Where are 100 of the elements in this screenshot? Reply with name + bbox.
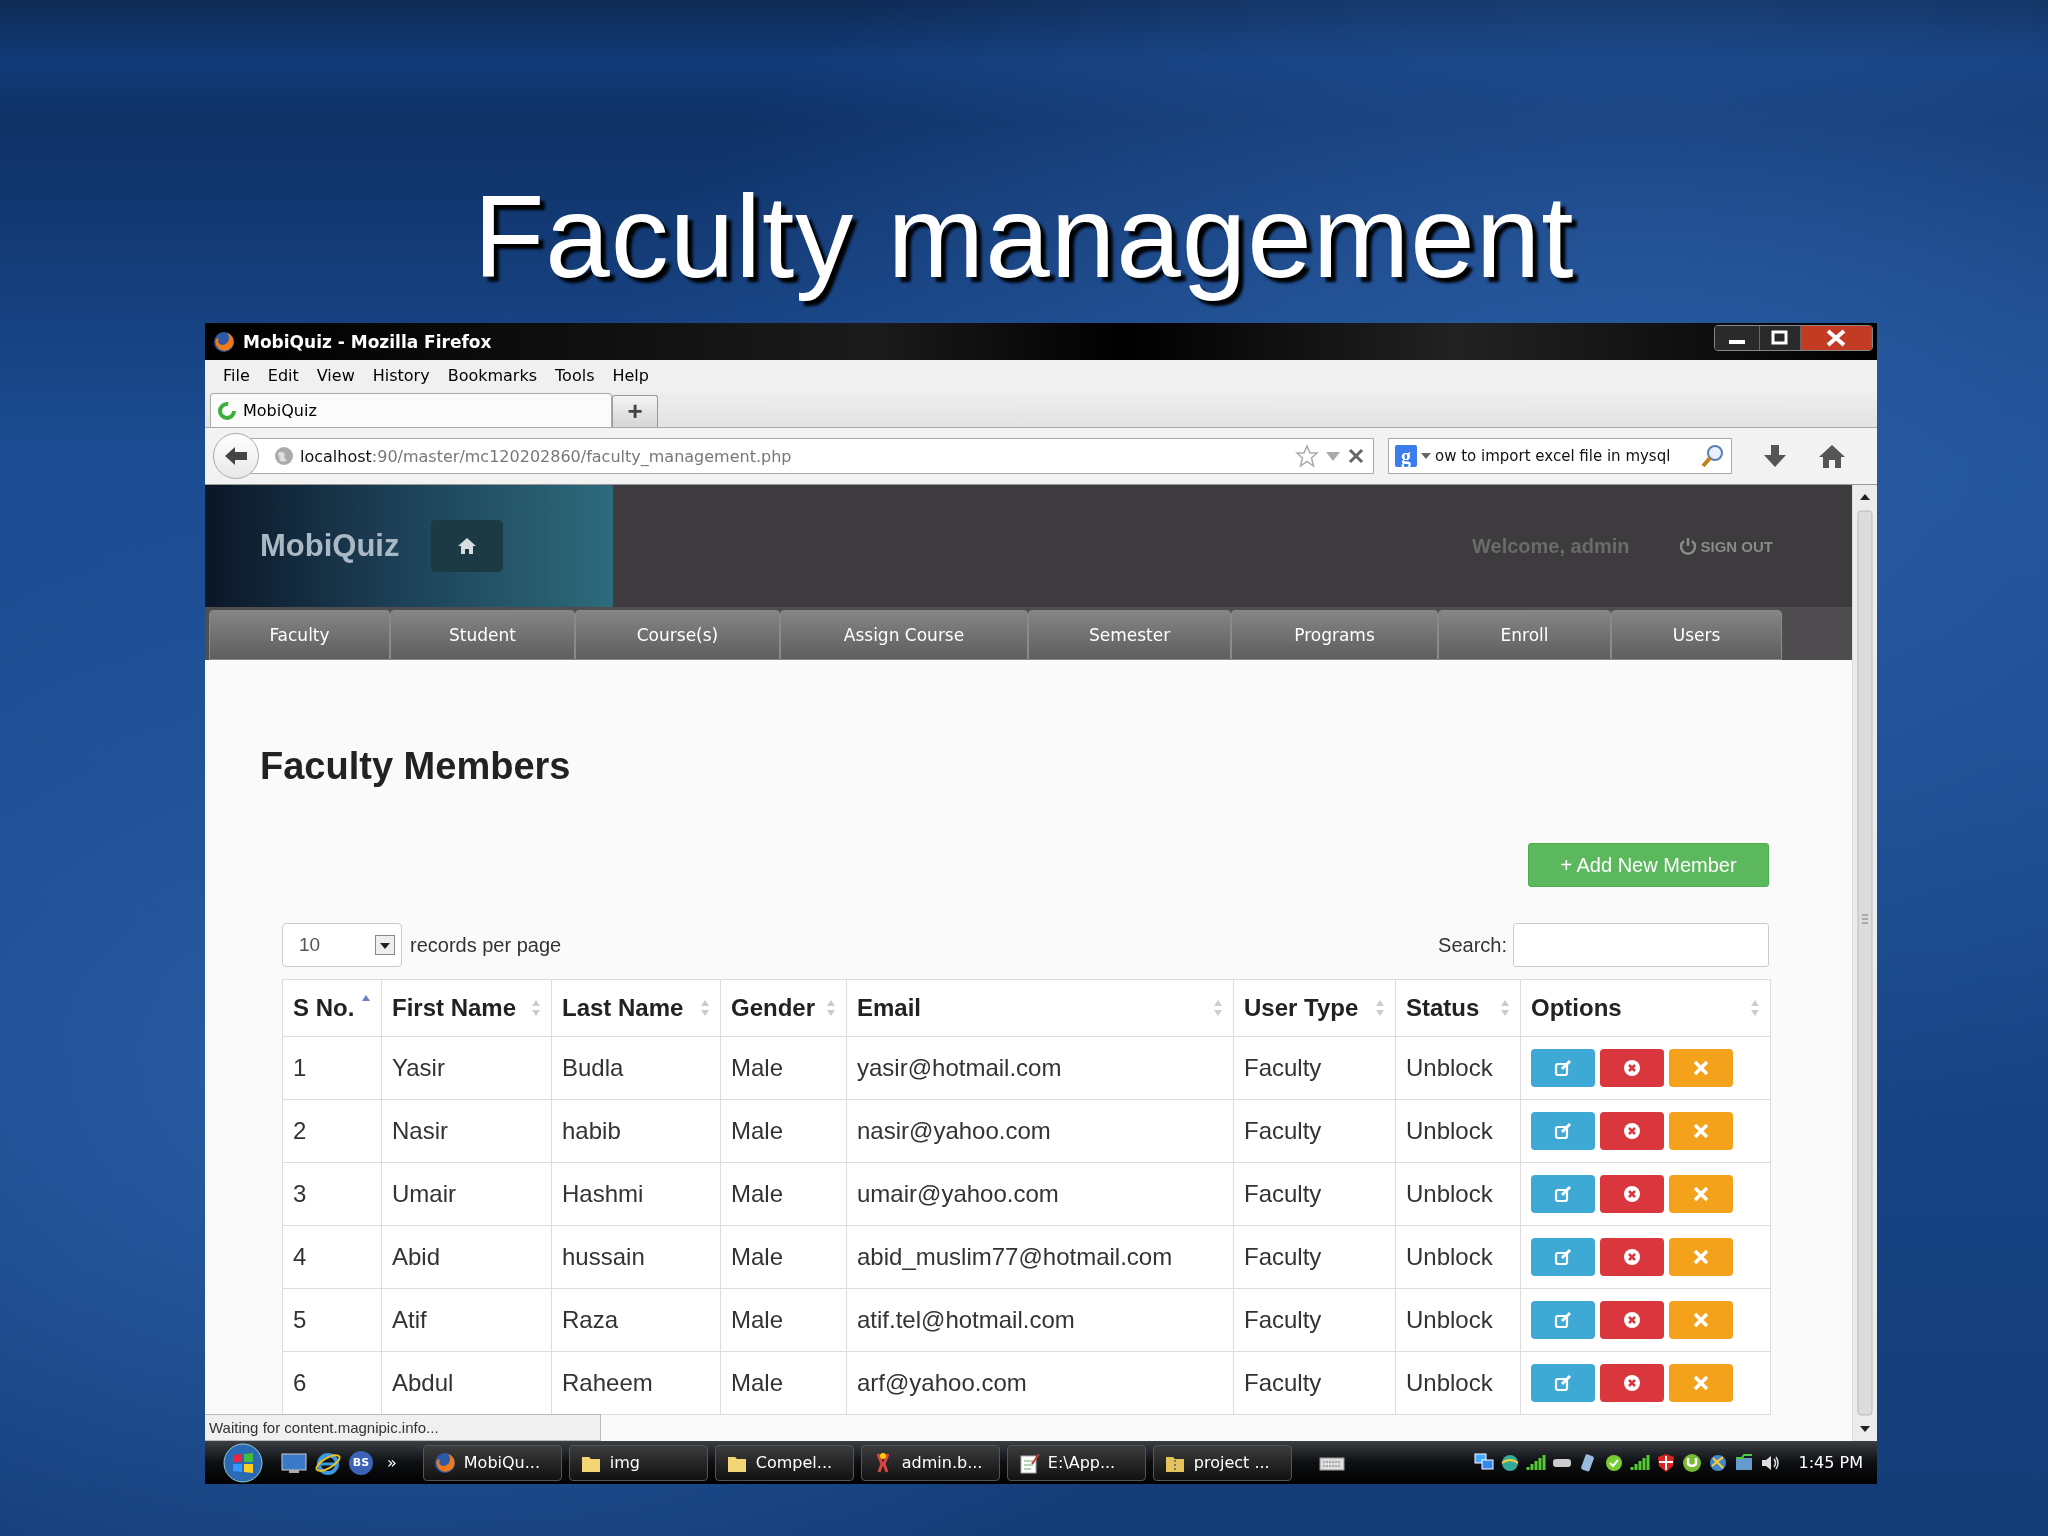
site-brand: MobiQuiz [260, 528, 400, 564]
dropdown-icon [1421, 452, 1431, 460]
dropdown-icon [375, 935, 395, 955]
table-cell: Faculty [1233, 1225, 1396, 1289]
browser-logo-icon [433, 1451, 456, 1474]
drive-icon [1550, 1457, 1573, 1468]
browser-tab[interactable]: MobiQuiz [210, 393, 612, 427]
table-cell: Budla [551, 1036, 721, 1100]
notepad-icon [1017, 1451, 1040, 1474]
table-cell: Hashmi [551, 1162, 721, 1226]
table-cell: Yasir [381, 1036, 552, 1100]
window-title: MobiQuiz - Mozilla Firefox [243, 331, 492, 352]
close-icon [1692, 1374, 1710, 1392]
table-cell: 2 [282, 1099, 382, 1163]
table-cell: Faculty [1233, 1162, 1396, 1226]
close-icon [1692, 1059, 1710, 1077]
nav-tab[interactable]: Enroll [1438, 610, 1611, 660]
close-button[interactable] [1801, 326, 1872, 350]
column-header[interactable]: S No. [282, 979, 382, 1037]
download-button[interactable] [1762, 443, 1788, 469]
circle-x-icon [1623, 1248, 1641, 1266]
search-query: ow to import excel file in mysql [1435, 447, 1672, 465]
table-cell: Male [720, 1351, 847, 1415]
column-header[interactable]: Gender [720, 979, 847, 1037]
edit-button[interactable] [1531, 1175, 1595, 1213]
edit-button[interactable] [1531, 1112, 1595, 1150]
nav-tab[interactable]: Assign Course [780, 610, 1028, 660]
app-shortcut[interactable]: BS [349, 1450, 373, 1475]
table-cell: Faculty [1233, 1288, 1396, 1352]
nav-tab[interactable]: Course(s) [575, 610, 780, 660]
table-cell: Abid [381, 1225, 552, 1289]
edit-button[interactable] [1531, 1301, 1595, 1339]
home-button[interactable] [431, 520, 504, 572]
circle-x-icon [1623, 1059, 1641, 1077]
table-cell: habib [551, 1099, 721, 1163]
edit-button[interactable] [1531, 1238, 1595, 1276]
nav-tab[interactable]: Programs [1231, 610, 1438, 660]
back-button[interactable] [213, 433, 259, 479]
menu-item[interactable]: Edit [259, 365, 309, 385]
menu-item[interactable]: View [308, 365, 365, 385]
nav-tab[interactable]: Student [390, 610, 575, 660]
menu-item[interactable]: Tools [547, 365, 605, 385]
block-button[interactable] [1600, 1112, 1664, 1150]
close-icon [1692, 1122, 1710, 1140]
table-cell: Atif [381, 1288, 552, 1352]
menu-item[interactable]: Help [604, 365, 659, 385]
table-cell: Unblock [1395, 1225, 1521, 1289]
close-icon [1692, 1248, 1710, 1266]
maximize-button[interactable] [1760, 326, 1801, 350]
edit-icon [1554, 1059, 1572, 1077]
block-button[interactable] [1600, 1301, 1664, 1339]
table-cell: Unblock [1395, 1036, 1521, 1100]
taskbar-button[interactable]: E:\App... [1006, 1444, 1146, 1481]
block-button[interactable] [1600, 1049, 1664, 1087]
block-button[interactable] [1600, 1238, 1664, 1276]
table-cell: Raza [551, 1288, 721, 1352]
taskbar-button[interactable]: project ... [1152, 1444, 1292, 1481]
taskbar-button[interactable]: admin.b... [860, 1444, 1000, 1481]
edit-button[interactable] [1531, 1364, 1595, 1402]
column-header[interactable]: Email [846, 979, 1234, 1037]
column-header[interactable]: Last Name [551, 979, 721, 1037]
column-header[interactable]: User Type [1233, 979, 1396, 1037]
menu-item[interactable]: Bookmarks [439, 365, 548, 385]
house-icon [1818, 443, 1846, 469]
page-size-label: records per page [410, 933, 562, 957]
nav-tab[interactable]: Faculty [209, 610, 390, 660]
table-cell: arf@yahoo.com [846, 1351, 1234, 1415]
table-cell: yasir@hotmail.com [846, 1036, 1234, 1100]
table-cell: Unblock [1395, 1351, 1521, 1415]
nav-tab[interactable]: Users [1611, 610, 1782, 660]
taskbar-button[interactable]: img [568, 1444, 708, 1481]
block-button[interactable] [1600, 1364, 1664, 1402]
more-chevron[interactable]: » [387, 1453, 397, 1472]
new-tab-button[interactable]: + [612, 395, 658, 427]
edit-button[interactable] [1531, 1049, 1595, 1087]
table-cell: umair@yahoo.com [846, 1162, 1234, 1226]
edit-icon [1554, 1122, 1572, 1140]
taskbar-button[interactable]: MobiQu... [422, 1444, 562, 1481]
column-header[interactable]: Status [1395, 979, 1521, 1037]
edit-icon [1554, 1248, 1572, 1266]
close-icon [1692, 1185, 1710, 1203]
home-button[interactable] [1818, 443, 1846, 469]
torrent-icon [1680, 1451, 1703, 1474]
column-header[interactable]: Options [1520, 979, 1771, 1037]
block-button[interactable] [1600, 1175, 1664, 1213]
menu-item[interactable]: History [364, 365, 440, 385]
page-heading: Faculty Members [260, 745, 572, 789]
taskbar-button[interactable]: Compel... [714, 1444, 854, 1481]
column-header[interactable]: First Name [381, 979, 552, 1037]
scrollbar[interactable] [1852, 485, 1877, 1441]
browser-logo-icon [213, 330, 235, 353]
menu-item[interactable]: File [215, 365, 260, 385]
search-field[interactable] [1513, 923, 1769, 967]
star-icon [1295, 444, 1319, 468]
nav-tab[interactable]: Semester [1028, 610, 1231, 660]
page-size-select[interactable]: 10 [282, 923, 402, 967]
table-cell: Unblock [1395, 1162, 1521, 1226]
table-cell: Umair [381, 1162, 552, 1226]
minimize-button[interactable] [1715, 326, 1760, 350]
close-icon [1347, 447, 1365, 465]
